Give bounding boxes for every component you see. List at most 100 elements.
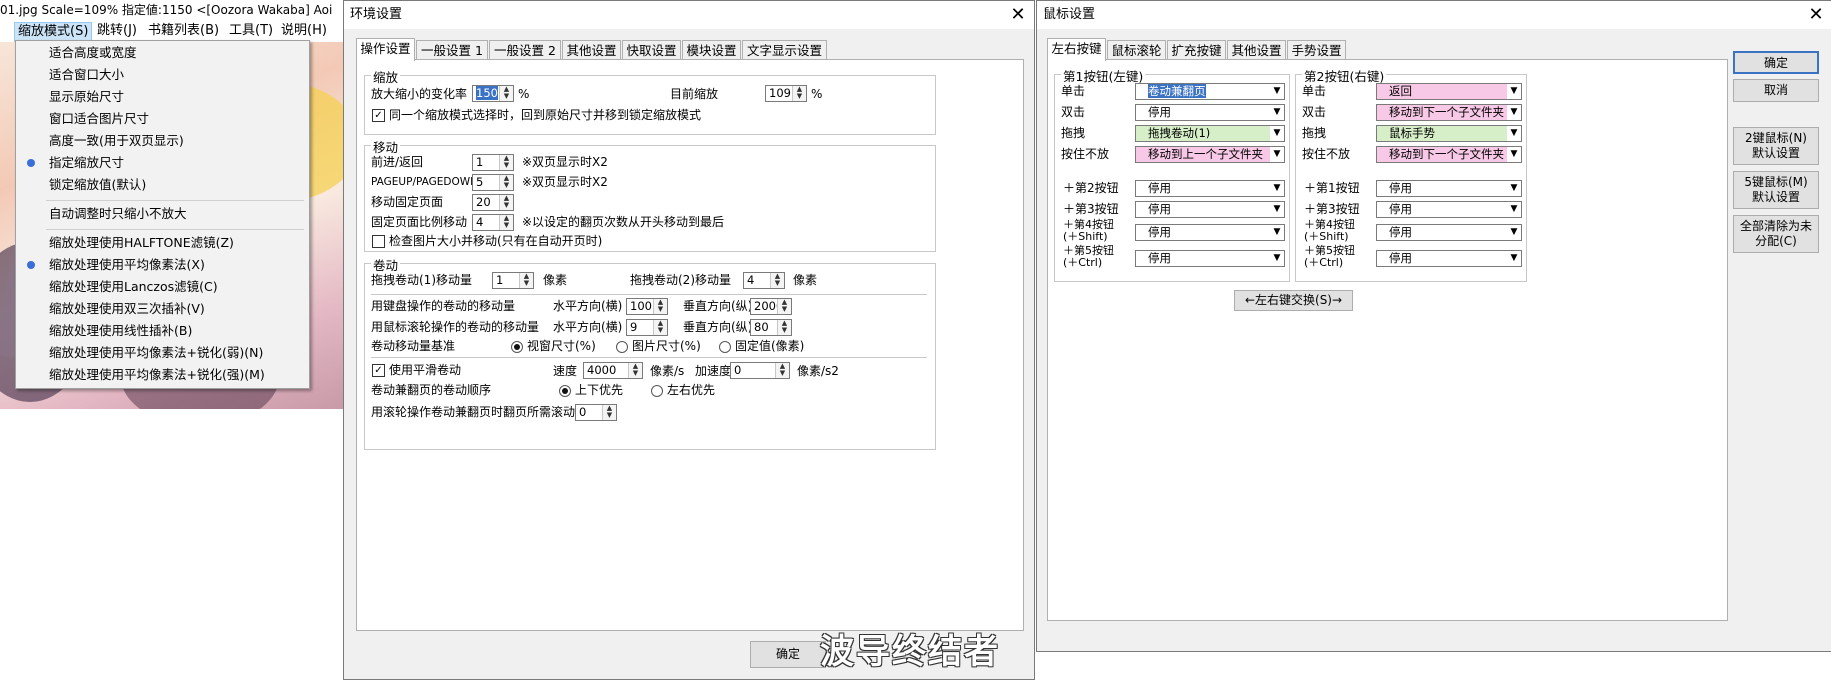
tab-module[interactable]: 模块设置 <box>682 40 741 60</box>
menu-item[interactable]: 缩放处理使用平均像素法+锐化(弱)(N) <box>16 343 309 363</box>
left-plus-b2-select[interactable]: 停用 ▼ <box>1135 180 1285 197</box>
menu-book-list[interactable]: 书籍列表(B) <box>145 22 222 40</box>
stepper-arrows-icon[interactable]: ▲ ▼ <box>777 320 791 335</box>
menu-item[interactable]: 锁定缩放值(默认) <box>16 175 309 195</box>
stepper-arrows-icon[interactable]: ▲ ▼ <box>775 363 789 378</box>
lock-zoom-label: 同一个缩放模式选择时，回到原始尺寸并移到锁定缩放模式 <box>389 108 702 122</box>
tab-general-1[interactable]: 一般设置 1 <box>416 40 488 60</box>
menu-tools[interactable]: 工具(T) <box>226 22 276 40</box>
cancel-button[interactable]: 取消 <box>1733 79 1819 102</box>
menu-item[interactable]: 指定缩放尺寸 <box>16 153 309 173</box>
move-row-label: PAGEUP/PAGEDOWN <box>371 176 478 188</box>
wheel-v-stepper[interactable]: 80 ▲ ▼ <box>750 319 792 336</box>
ok-button[interactable]: 确定 <box>750 641 826 668</box>
basis-window-radio[interactable] <box>511 341 523 353</box>
menu-item[interactable]: 缩放处理使用双三次插补(V) <box>16 299 309 319</box>
check-image-size-checkbox[interactable] <box>372 235 385 248</box>
tab-left-right-buttons[interactable]: 左右按键 <box>1047 38 1106 61</box>
menu-item[interactable]: 自动调整时只缩小不放大 <box>16 204 309 224</box>
menu-item[interactable]: 高度一致(用于双页显示) <box>16 131 309 151</box>
left-hold-select[interactable]: 移动到上一个子文件夹 ▼ <box>1135 146 1285 163</box>
menu-item[interactable]: 窗口适合图片尺寸 <box>16 109 309 129</box>
clear-all-button[interactable]: 全部清除为未 分配(C) <box>1733 215 1819 253</box>
left-click-select[interactable]: 卷动兼翻页 ▼ <box>1135 83 1285 100</box>
right-plus-b5-select[interactable]: 停用 ▼ <box>1376 250 1522 267</box>
stepper-arrows-icon[interactable]: ▲ ▼ <box>519 273 533 288</box>
tab-general-2[interactable]: 一般设置 2 <box>489 40 561 60</box>
menu-help[interactable]: 说明(H) <box>278 22 330 40</box>
smooth-scroll-checkbox[interactable]: ✓ <box>372 364 385 377</box>
speed-stepper[interactable]: 4000 ▲ ▼ <box>583 362 643 379</box>
stepper-arrows-icon[interactable]: ▲ ▼ <box>499 155 513 170</box>
zoom-rate-stepper[interactable]: 150 ▲ ▼ <box>472 85 514 102</box>
kbd-h-stepper[interactable]: 100 ▲ ▼ <box>626 298 668 315</box>
dialog-title: 鼠标设置 <box>1043 7 1096 22</box>
tab-other[interactable]: 其他设置 <box>1227 40 1286 60</box>
right-click-select[interactable]: 返回 ▼ <box>1376 83 1522 100</box>
wheel-h-stepper[interactable]: 9 ▲ ▼ <box>626 319 668 336</box>
tab-wheel[interactable]: 鼠标滚轮 <box>1107 40 1166 60</box>
right-plus-b3-select[interactable]: 停用 ▼ <box>1376 201 1522 218</box>
menu-item[interactable]: 缩放处理使用线性插补(B) <box>16 321 309 341</box>
menu-item[interactable]: 缩放处理使用平均像素法(X) <box>16 255 309 275</box>
menu-zoom-mode[interactable]: 缩放模式(S) <box>14 22 93 42</box>
stepper-arrows-icon[interactable]: ▲ ▼ <box>499 215 513 230</box>
pageup-stepper[interactable]: 5 ▲ ▼ <box>472 174 514 191</box>
stepper-arrows-icon[interactable]: ▲ ▼ <box>777 299 791 314</box>
right-drag-select[interactable]: 鼠标手势 ▼ <box>1376 125 1522 142</box>
left-plus-b5-select[interactable]: 停用 ▼ <box>1135 250 1285 267</box>
left-drag-select[interactable]: 拖拽卷动(1) ▼ <box>1135 125 1285 142</box>
menu-item[interactable]: 缩放处理使用Lanczos滤镜(C) <box>16 277 309 297</box>
stepper-arrows-icon[interactable]: ▲ ▼ <box>770 273 784 288</box>
stepper-arrows-icon[interactable]: ▲ ▼ <box>499 86 513 101</box>
fixed-page-stepper[interactable]: 20 ▲ ▼ <box>472 194 514 211</box>
menu-item[interactable]: 适合窗口大小 <box>16 65 309 85</box>
move-step-stepper[interactable]: 1 ▲ ▼ <box>472 154 514 171</box>
close-icon[interactable]: ✕ <box>1802 1 1830 29</box>
menu-item[interactable]: 缩放处理使用HALFTONE滤镜(Z) <box>16 233 309 253</box>
left-plus-b3-select[interactable]: 停用 ▼ <box>1135 201 1285 218</box>
stepper-arrows-icon[interactable]: ▲ ▼ <box>653 320 667 335</box>
lock-zoom-checkbox[interactable]: ✓ <box>372 109 385 122</box>
ratio-move-stepper[interactable]: 4 ▲ ▼ <box>472 214 514 231</box>
right-plus-b4-select[interactable]: 停用 ▼ <box>1376 224 1522 241</box>
menu-jump[interactable]: 跳转(J) <box>94 22 140 40</box>
left-plus-b4-select[interactable]: 停用 ▼ <box>1135 224 1285 241</box>
current-zoom-stepper[interactable]: 109 ▲ ▼ <box>765 85 807 102</box>
stepper-arrows-icon[interactable]: ▲ ▼ <box>602 405 616 420</box>
stepper-arrows-icon[interactable]: ▲ ▼ <box>792 86 806 101</box>
five-button-mouse-default-button[interactable]: 5键鼠标(M) 默认设置 <box>1733 171 1819 209</box>
select-value: 停用 <box>1389 202 1412 216</box>
right-dblclick-select[interactable]: 移动到下一个子文件夹 ▼ <box>1376 104 1522 121</box>
drag2-stepper[interactable]: 4 ▲ ▼ <box>743 272 785 289</box>
tab-cache[interactable]: 快取设置 <box>622 40 681 60</box>
stepper-arrows-icon[interactable]: ▲ ▼ <box>499 175 513 190</box>
tab-gesture[interactable]: 手势设置 <box>1287 40 1346 60</box>
basis-image-radio[interactable] <box>616 341 628 353</box>
menu-item[interactable]: 适合高度或宽度 <box>16 43 309 63</box>
accel-stepper[interactable]: 0 ▲ ▼ <box>730 362 790 379</box>
ok-button[interactable]: 确定 <box>1733 51 1819 74</box>
basis-fixed-radio[interactable] <box>719 341 731 353</box>
order-horizontal-radio[interactable] <box>651 385 663 397</box>
stepper-arrows-icon[interactable]: ▲ ▼ <box>628 363 642 378</box>
menu-item[interactable]: 显示原始尺寸 <box>16 87 309 107</box>
stepper-arrows-icon[interactable]: ▲ ▼ <box>653 299 667 314</box>
tab-operation[interactable]: 操作设置 <box>356 38 415 61</box>
swap-buttons-button[interactable]: ←左右键交换(S)→ <box>1234 290 1353 311</box>
tab-text-display[interactable]: 文字显示设置 <box>742 40 827 60</box>
env-tab-panel: 缩放 放大缩小的变化率 150 ▲ ▼ % 目前缩放 109 ▲ ▼ % ✓ 同一个… <box>356 59 1024 631</box>
stepper-arrows-icon[interactable]: ▲ ▼ <box>499 195 513 210</box>
kbd-v-stepper[interactable]: 2000 ▲ ▼ <box>750 298 792 315</box>
two-button-mouse-default-button[interactable]: 2键鼠标(N) 默认设置 <box>1733 127 1819 165</box>
order-vertical-radio[interactable] <box>559 385 571 397</box>
tab-extra-buttons[interactable]: 扩充按键 <box>1167 40 1226 60</box>
right-hold-select[interactable]: 移动到下一个子文件夹 ▼ <box>1376 146 1522 163</box>
drag1-stepper[interactable]: 1 ▲ ▼ <box>492 272 534 289</box>
close-icon[interactable]: ✕ <box>1004 1 1032 29</box>
tab-other[interactable]: 其他设置 <box>562 40 621 60</box>
left-dblclick-select[interactable]: 停用 ▼ <box>1135 104 1285 121</box>
menu-item[interactable]: 缩放处理使用平均像素法+锐化(强)(M) <box>16 365 309 385</box>
wheel-count-stepper[interactable]: 0 ▲ ▼ <box>575 404 617 421</box>
right-plus-b1-select[interactable]: 停用 ▼ <box>1376 180 1522 197</box>
